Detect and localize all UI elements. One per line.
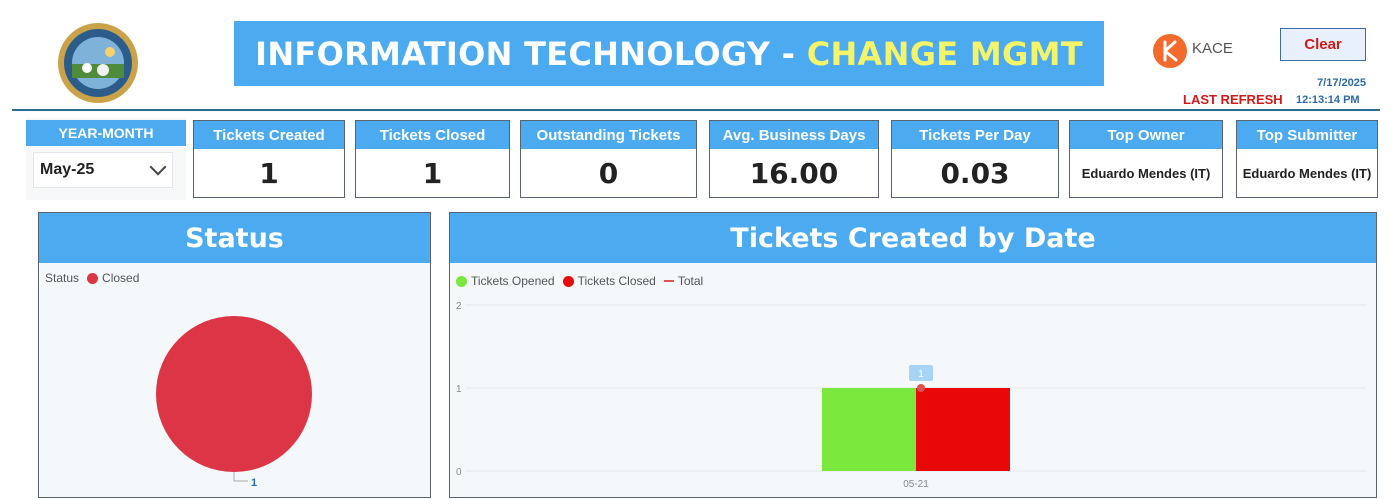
kpi-card-tickets-per-day: Tickets Per Day 0.03 xyxy=(891,120,1059,198)
pie-slice-closed[interactable] xyxy=(156,316,312,472)
slicer-selected-value: May-25 xyxy=(40,161,95,178)
kace-logo-icon xyxy=(1153,34,1187,68)
dashboard-title: INFORMATION TECHNOLOGY - CHANGE MGMT xyxy=(234,21,1104,86)
refresh-date: 7/17/2025 xyxy=(1317,77,1366,89)
kpi-value: Eduardo Mendes (IT) xyxy=(1242,165,1372,181)
kpi-card-top-owner: Top Owner Eduardo Mendes (IT) xyxy=(1069,120,1223,198)
kace-label: KACE xyxy=(1192,40,1233,57)
kpi-value: 1 xyxy=(422,156,443,190)
header-divider xyxy=(12,109,1380,111)
city-seal-logo xyxy=(58,23,138,103)
x-tick-label: 05-21 xyxy=(903,479,929,490)
refresh-label: LAST REFRESH xyxy=(1183,92,1283,107)
kpi-card-tickets-created: Tickets Created 1 xyxy=(193,120,345,198)
title-main-text: INFORMATION TECHNOLOGY - xyxy=(255,34,807,73)
kpi-label: Tickets Per Day xyxy=(892,121,1058,149)
kpi-label: Avg. Business Days xyxy=(710,121,878,149)
kpi-label: Outstanding Tickets xyxy=(521,121,696,149)
tickets-bar-chart: 0 1 2 1 05-21 xyxy=(456,301,1366,490)
kpi-value: 0 xyxy=(598,156,619,190)
y-tick-label: 0 xyxy=(456,467,462,478)
kpi-card-avg-business-days: Avg. Business Days 16.00 xyxy=(709,120,879,198)
kpi-label: Top Submitter xyxy=(1237,121,1377,149)
total-data-label: 1 xyxy=(918,369,924,380)
kpi-card-tickets-closed: Tickets Closed 1 xyxy=(355,120,510,198)
bar-tickets-closed[interactable] xyxy=(916,388,1010,471)
kpi-label: Top Owner xyxy=(1070,121,1222,149)
chevron-down-icon xyxy=(149,158,167,176)
kpi-card-top-submitter: Top Submitter Eduardo Mendes (IT) xyxy=(1236,120,1378,198)
kpi-value: Eduardo Mendes (IT) xyxy=(1081,165,1211,181)
slicer-title: YEAR-MONTH xyxy=(26,120,186,146)
bar-tickets-opened[interactable] xyxy=(822,388,916,471)
refresh-time: 12:13:14 PM xyxy=(1296,94,1360,106)
kpi-value: 1 xyxy=(259,156,279,190)
pie-leader-line xyxy=(233,472,248,482)
kpi-card-outstanding-tickets: Outstanding Tickets 0 xyxy=(520,120,697,198)
y-tick-label: 1 xyxy=(456,384,462,395)
kpi-value: 16.00 xyxy=(749,156,839,190)
clear-button[interactable]: Clear xyxy=(1280,28,1366,61)
pie-data-label: 1 xyxy=(251,477,257,489)
year-month-dropdown[interactable]: May-25 xyxy=(33,152,173,188)
status-pie-chart: 1 xyxy=(156,316,312,489)
total-line-point[interactable] xyxy=(917,384,925,392)
kpi-value: 0.03 xyxy=(940,156,1010,190)
y-tick-label: 2 xyxy=(456,301,462,312)
kpi-label: Tickets Closed xyxy=(356,121,509,149)
kpi-label: Tickets Created xyxy=(194,121,344,149)
title-accent-text: CHANGE MGMT xyxy=(806,34,1083,73)
status-panel: Status Status Closed 1 xyxy=(38,212,431,498)
tickets-by-date-panel: Tickets Created by Date Tickets Opened T… xyxy=(449,212,1377,498)
